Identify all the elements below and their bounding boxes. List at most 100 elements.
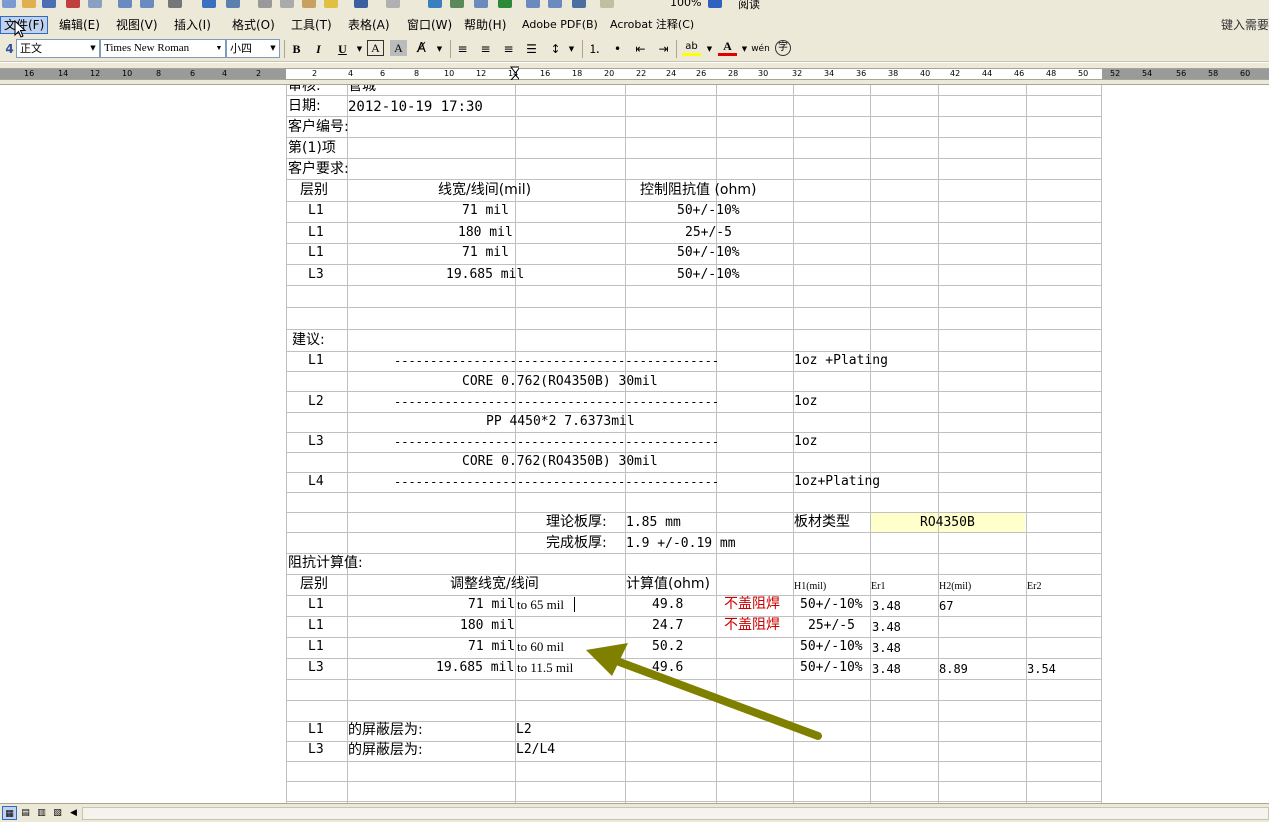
menu-adobe-pdf[interactable]: Adobe PDF(B) [519,16,601,34]
decrease-indent-icon[interactable]: ⇤ [631,40,650,58]
email-icon[interactable] [88,0,102,8]
stackup-material: CORE 0.762(RO4350B) 30mil [462,454,658,469]
calc-row-layer: L3 [308,660,324,675]
calc-row-adjust[interactable]: to 65 mil [517,596,564,614]
chevron-down-icon[interactable]: ▼ [430,40,449,58]
undo-icon[interactable] [354,0,368,8]
enclose-char-button[interactable]: 字 [775,40,791,56]
italic-button[interactable]: I [309,40,328,58]
save-icon[interactable] [42,0,56,8]
style-combo[interactable]: 正文 ▼ [16,39,100,58]
horizontal-scrollbar[interactable] [82,807,1269,820]
ruler-tick-label: 14 [58,69,69,78]
grid-hline [286,679,1102,680]
chevron-down-icon[interactable]: ▼ [213,40,225,57]
ruler-tick-label: 34 [824,69,835,78]
ruler-tick-label: 24 [666,69,677,78]
document-area[interactable]: 审核: 管城 日期: 2012-10-19 17:30 客户编号: 第(1)项 … [0,85,1269,803]
columns-icon[interactable] [526,0,540,8]
grid-hline [286,391,1102,392]
web-layout-icon[interactable]: ▤ [18,806,33,820]
align-right-icon[interactable]: ≡ [499,40,518,58]
menu-insert[interactable]: 插入(I) [171,16,214,34]
chevron-down-icon[interactable]: ▼ [87,40,99,57]
char-shading-button[interactable]: A [390,40,407,56]
font-size-combo[interactable]: 小四 ▼ [226,39,280,58]
grid-hline [286,761,1102,762]
calc-row-width: 71 mil [468,639,515,654]
grid-hline [286,285,1102,286]
normal-view-icon[interactable]: ▦ [2,806,17,820]
permission-icon[interactable] [66,0,80,8]
stackup-copper: 1oz+Plating [794,474,881,489]
new-doc-icon[interactable] [2,0,16,8]
numbering-icon[interactable]: ⒈ [585,40,604,58]
format-painter-icon[interactable] [324,0,338,8]
chevron-down-icon[interactable]: ▼ [562,40,581,58]
menu-format[interactable]: 格式(O) [229,16,278,34]
grid-hline [286,532,1102,533]
help-icon[interactable] [708,0,722,8]
font-value: Times New Roman [104,42,190,54]
justify-icon[interactable]: ☰ [522,40,541,58]
research-book-icon[interactable] [226,0,240,8]
chevron-down-icon[interactable]: ▼ [700,40,719,58]
bullets-icon[interactable]: • [608,40,627,58]
drawing-icon[interactable] [548,0,562,8]
open-icon[interactable] [22,0,36,8]
tables-borders-icon[interactable] [450,0,464,8]
bold-button[interactable]: B [287,40,306,58]
research-icon[interactable] [168,0,182,8]
ask-question-box[interactable]: 键入需要 [1221,16,1269,33]
ruler-tick-label: 16 [540,69,551,78]
print-preview-icon[interactable] [140,0,154,8]
char-border-button[interactable]: A [367,40,384,56]
stackup-line: ----------------------------------------… [394,354,720,368]
menu-table[interactable]: 表格(A) [345,16,393,34]
scroll-left-icon[interactable]: ◀ [66,806,81,820]
print-layout-icon[interactable]: ▥ [34,806,49,820]
increase-indent-icon[interactable]: ⇥ [654,40,673,58]
copy-icon[interactable] [280,0,294,8]
grid-hline [286,137,1102,138]
align-left-icon[interactable]: ≡ [453,40,472,58]
calc-header-layer: 层别 [300,576,328,592]
calc-row-adjust[interactable]: to 60 mil [517,638,564,656]
ruler-tick-label: 52 [1110,69,1121,78]
calc-header-width: 调整线宽/线间 [450,576,539,592]
redo-icon[interactable] [386,0,400,8]
show-hide-icon[interactable] [600,0,614,8]
hyperlink-icon[interactable] [428,0,442,8]
print-icon[interactable] [118,0,132,8]
menu-acrobat-comments[interactable]: Acrobat 注释(C) [607,16,697,34]
menu-view[interactable]: 视图(V) [113,16,161,34]
horizontal-ruler[interactable]: 16 14 12 10 8 6 4 2 2 4 6 8 10 12 14 16 … [0,63,1269,85]
ruler-tick-label: 56 [1176,69,1187,78]
ruler-tick-label: 4 [222,69,228,78]
align-center-icon[interactable]: ≡ [476,40,495,58]
reading-layout-icon[interactable]: ▧ [50,806,65,820]
menu-edit[interactable]: 编辑(E) [56,16,103,34]
cut-icon[interactable] [258,0,272,8]
menu-tools[interactable]: 工具(T) [288,16,335,34]
indent-marker-icon[interactable] [510,66,519,80]
zoom-combo[interactable]: 100% [670,0,701,9]
calc-row-h2: 8.89 [939,662,968,676]
stackup-line: ----------------------------------------… [394,395,720,409]
insert-excel-icon[interactable] [498,0,512,8]
char-scaling-icon[interactable]: A̸ [412,40,431,58]
paste-icon[interactable] [302,0,316,8]
grid-hline [286,116,1102,117]
insert-table-icon[interactable] [474,0,488,8]
document-map-icon[interactable] [572,0,586,8]
menu-window[interactable]: 窗口(W) [404,16,455,34]
spelling-icon[interactable] [202,0,216,8]
phonetic-guide-button[interactable]: wén [751,40,770,58]
grid-hline [286,158,1102,159]
reading-mode-button[interactable]: 阅读 [738,0,760,12]
chevron-down-icon[interactable]: ▼ [267,40,279,57]
highlight-icon[interactable]: ab [682,40,701,56]
font-combo[interactable]: Times New Roman ▼ [100,39,226,58]
calc-row-adjust[interactable]: to 11.5 mil [517,659,573,677]
menu-help[interactable]: 帮助(H) [461,16,509,34]
